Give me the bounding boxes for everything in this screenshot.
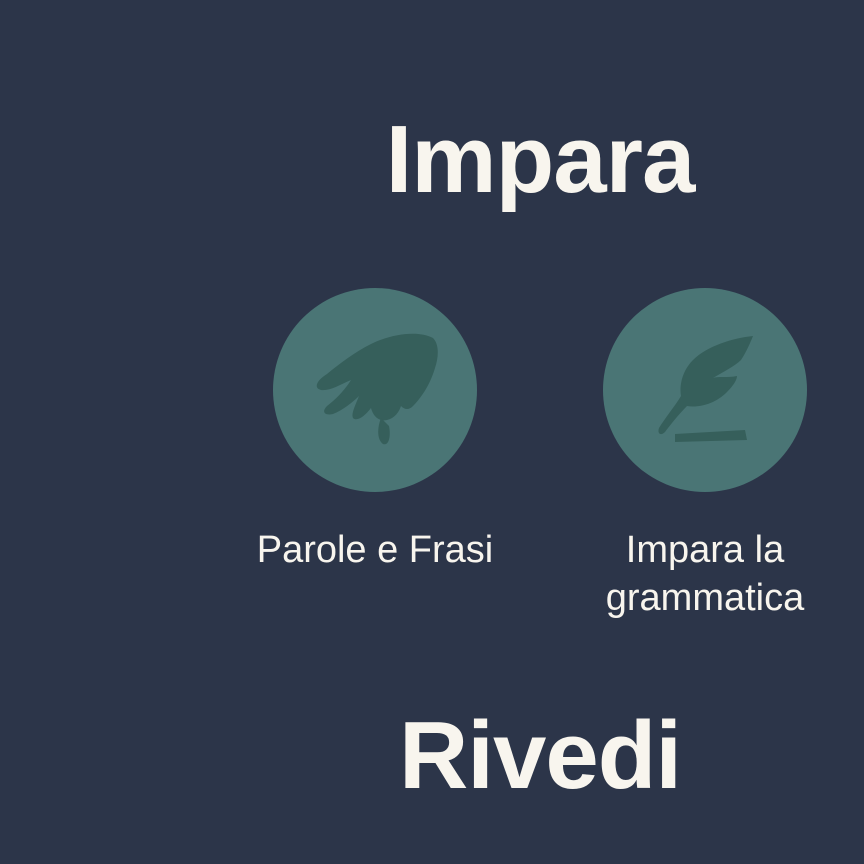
learn-grammar-button[interactable]: Impara la grammatica — [585, 288, 825, 622]
words-and-phrases-button[interactable]: Parole e Frasi — [255, 288, 495, 574]
grammar-icon-circle — [603, 288, 807, 492]
section-title-learn: Impara — [385, 106, 696, 213]
section-title-review: Rivedi — [398, 702, 682, 809]
learn-grammar-label: Impara la grammatica — [605, 529, 805, 619]
quill-pen-icon — [658, 336, 753, 442]
words-and-phrases-label: Parole e Frasi — [256, 529, 494, 571]
hand-pinch-icon — [316, 333, 438, 445]
words-icon-circle — [273, 288, 477, 492]
